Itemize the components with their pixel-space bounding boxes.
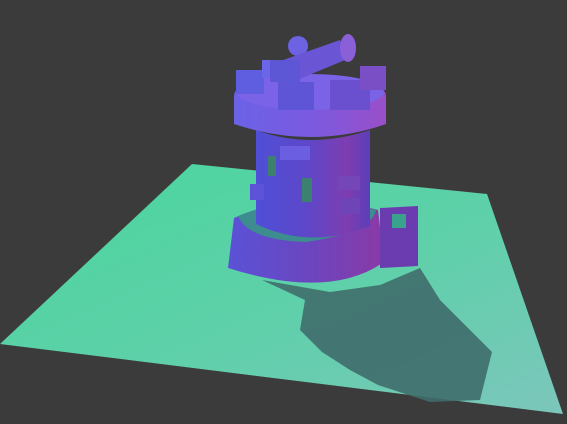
side-wall-notch: [392, 214, 406, 228]
viewport-scene[interactable]: [0, 0, 567, 424]
battlement-block[interactable]: [360, 66, 386, 90]
tower-window: [302, 178, 312, 202]
3d-viewport[interactable]: [0, 0, 567, 424]
tower-window: [268, 156, 276, 176]
tower-brick: [338, 176, 360, 190]
battlement-block[interactable]: [236, 70, 264, 94]
battlement-block[interactable]: [278, 82, 314, 110]
tower-brick: [280, 146, 310, 160]
tower-brick: [340, 198, 360, 214]
tower-brick: [250, 184, 264, 200]
